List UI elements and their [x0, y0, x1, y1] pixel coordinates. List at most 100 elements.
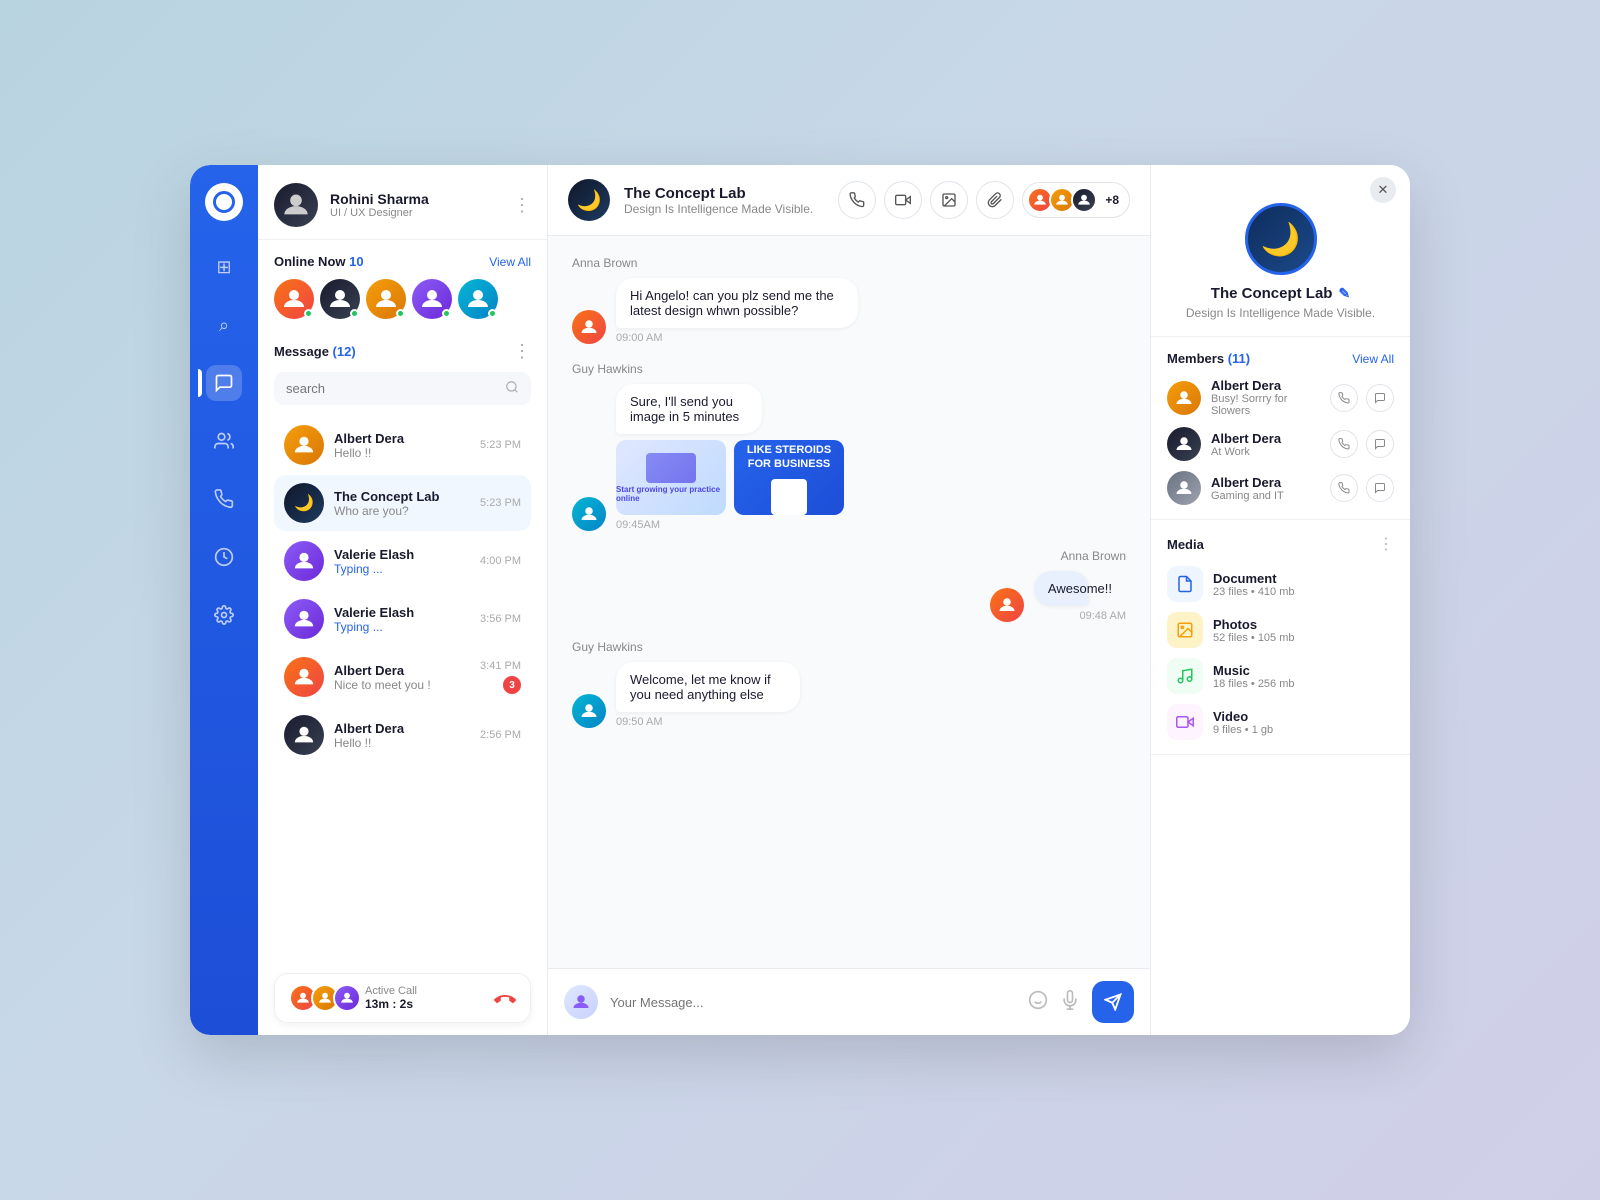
msg-time: 09:48 AM	[1034, 610, 1126, 622]
chat-header-info: The Concept Lab Design Is Intelligence M…	[624, 185, 824, 216]
sidebar: Rohini Sharma UI / UX Designer ⋮ Online …	[258, 165, 548, 1035]
music-icon	[1167, 658, 1203, 694]
msg-avatar	[572, 310, 606, 344]
participants-count: +8	[1105, 193, 1119, 207]
online-view-all[interactable]: View All	[489, 255, 531, 269]
search-input[interactable]	[286, 381, 497, 396]
msg-info: Valerie Elash Typing ...	[334, 605, 470, 634]
media-header: Media ⋮	[1167, 534, 1394, 554]
msg-time: 09:00 AM	[616, 332, 1020, 344]
sidebar-header: Rohini Sharma UI / UX Designer ⋮	[258, 165, 547, 240]
close-button[interactable]: ✕	[1370, 177, 1396, 203]
online-avatars	[274, 279, 531, 319]
nav-users-icon[interactable]: ⊞	[206, 249, 242, 285]
msg-info: Albert Dera Nice to meet you !	[334, 663, 470, 692]
member-actions	[1330, 384, 1394, 412]
msg-avatar	[284, 657, 324, 697]
member-call-button[interactable]	[1330, 430, 1358, 458]
logo-ring	[213, 191, 235, 213]
call-avatars	[289, 984, 355, 1012]
sidebar-menu-icon[interactable]: ⋮	[513, 195, 531, 216]
member-chat-button[interactable]	[1366, 430, 1394, 458]
group-desc: Design Is Intelligence Made Visible.	[1186, 306, 1375, 320]
msg-time: 09:45AM	[616, 519, 860, 531]
members-header: Members (11) View All	[1167, 351, 1394, 366]
chat-main: 🌙 The Concept Lab Design Is Intelligence…	[548, 165, 1150, 1035]
media-info: Music 18 files • 256 mb	[1213, 663, 1394, 690]
nav-settings-icon[interactable]	[206, 597, 242, 633]
msg-sender: Anna Brown	[572, 256, 1126, 270]
search-icon	[505, 380, 519, 397]
members-title: Members (11)	[1167, 351, 1250, 366]
chat-input-bar	[548, 968, 1150, 1035]
media-more-icon[interactable]: ⋮	[1378, 534, 1394, 554]
call-label: Active Call	[365, 985, 484, 997]
message-group-3: Anna Brown Awesome!! 09:48 AM	[572, 549, 1126, 622]
edit-icon[interactable]: ✎	[1338, 285, 1350, 302]
online-avatar-5[interactable]	[458, 279, 498, 319]
nav-icons: ⊞ ⌕	[206, 249, 242, 1017]
member-call-button[interactable]	[1330, 384, 1358, 412]
chat-group-subtitle: Design Is Intelligence Made Visible.	[624, 202, 824, 216]
nav-logo[interactable]	[205, 183, 243, 221]
nav-call-icon[interactable]	[206, 481, 242, 517]
voice-call-button[interactable]	[838, 181, 876, 219]
online-avatar-1[interactable]	[274, 279, 314, 319]
online-avatar-4[interactable]	[412, 279, 452, 319]
nav-search-icon[interactable]: ⌕	[206, 307, 242, 343]
msg-info: Albert Dera Hello !!	[334, 431, 470, 460]
member-avatar	[1167, 471, 1201, 505]
online-avatar-3[interactable]	[366, 279, 406, 319]
member-actions	[1330, 430, 1394, 458]
list-item[interactable]: Valerie Elash Typing ... 4:00 PM	[274, 533, 531, 589]
msg-avatar	[284, 715, 324, 755]
nav-history-icon[interactable]	[206, 539, 242, 575]
list-item[interactable]: Albert Dera Hello !! 2:56 PM	[274, 707, 531, 763]
msg-avatar	[990, 588, 1024, 622]
nav-contacts-icon[interactable]	[206, 423, 242, 459]
media-item-photos[interactable]: Photos 52 files • 105 mb	[1167, 612, 1394, 648]
member-info: Albert Dera At Work	[1211, 431, 1320, 458]
members-list: Albert Dera Busy! Sorrry for Slowers	[1167, 378, 1394, 505]
media-item-music[interactable]: Music 18 files • 256 mb	[1167, 658, 1394, 694]
video-call-button[interactable]	[884, 181, 922, 219]
participants-avatars[interactable]: +8	[1022, 182, 1130, 218]
list-item[interactable]: Albert Dera Nice to meet you ! 3:41 PM 3	[274, 649, 531, 705]
media-section: Media ⋮ Document 23 files • 410 mb	[1151, 520, 1410, 755]
call-info: Active Call 13m : 2s	[365, 985, 484, 1011]
user-role: UI / UX Designer	[330, 207, 501, 219]
list-item[interactable]: Albert Dera Hello !! 5:23 PM	[274, 417, 531, 473]
emoji-button[interactable]	[1028, 990, 1048, 1015]
msg-info: Valerie Elash Typing ...	[334, 547, 470, 576]
media-item-video[interactable]: Video 9 files • 1 gb	[1167, 704, 1394, 740]
message-input[interactable]	[610, 995, 1016, 1010]
member-chat-button[interactable]	[1366, 384, 1394, 412]
member-actions	[1330, 474, 1394, 502]
member-avatar	[1167, 427, 1201, 461]
file-button[interactable]	[976, 181, 1014, 219]
end-call-button[interactable]	[494, 984, 516, 1012]
nav-chat-icon[interactable]	[206, 365, 242, 401]
members-view-all[interactable]: View All	[1352, 352, 1394, 366]
image-button[interactable]	[930, 181, 968, 219]
message-group-2: Guy Hawkins Sure, I'll send you image in…	[572, 362, 1126, 531]
list-item[interactable]: Valerie Elash Typing ... 3:56 PM	[274, 591, 531, 647]
message-group-4: Guy Hawkins Welcome, let me know if you …	[572, 640, 1126, 728]
member-chat-button[interactable]	[1366, 474, 1394, 502]
call-time: 13m : 2s	[365, 997, 484, 1011]
chat-group-name: The Concept Lab	[624, 185, 824, 202]
online-avatar-2[interactable]	[320, 279, 360, 319]
user-avatar	[274, 183, 318, 227]
send-button[interactable]	[1092, 981, 1134, 1023]
member-call-button[interactable]	[1330, 474, 1358, 502]
media-item-document[interactable]: Document 23 files • 410 mb	[1167, 566, 1394, 602]
close-btn-wrap: ✕	[1151, 165, 1410, 203]
message-list: Albert Dera Hello !! 5:23 PM 🌙 The Conce…	[274, 417, 531, 763]
online-header: Online Now 10 View All	[274, 254, 531, 269]
mic-button[interactable]	[1060, 990, 1080, 1015]
message-bubble: Awesome!!	[1034, 571, 1089, 606]
list-item[interactable]: 🌙 The Concept Lab Who are you? 5:23 PM	[274, 475, 531, 531]
msg-avatar: 🌙	[284, 483, 324, 523]
messages-menu-icon[interactable]: ⋮	[513, 341, 531, 362]
group-info: 🌙 The Concept Lab ✎ Design Is Intelligen…	[1151, 203, 1410, 337]
